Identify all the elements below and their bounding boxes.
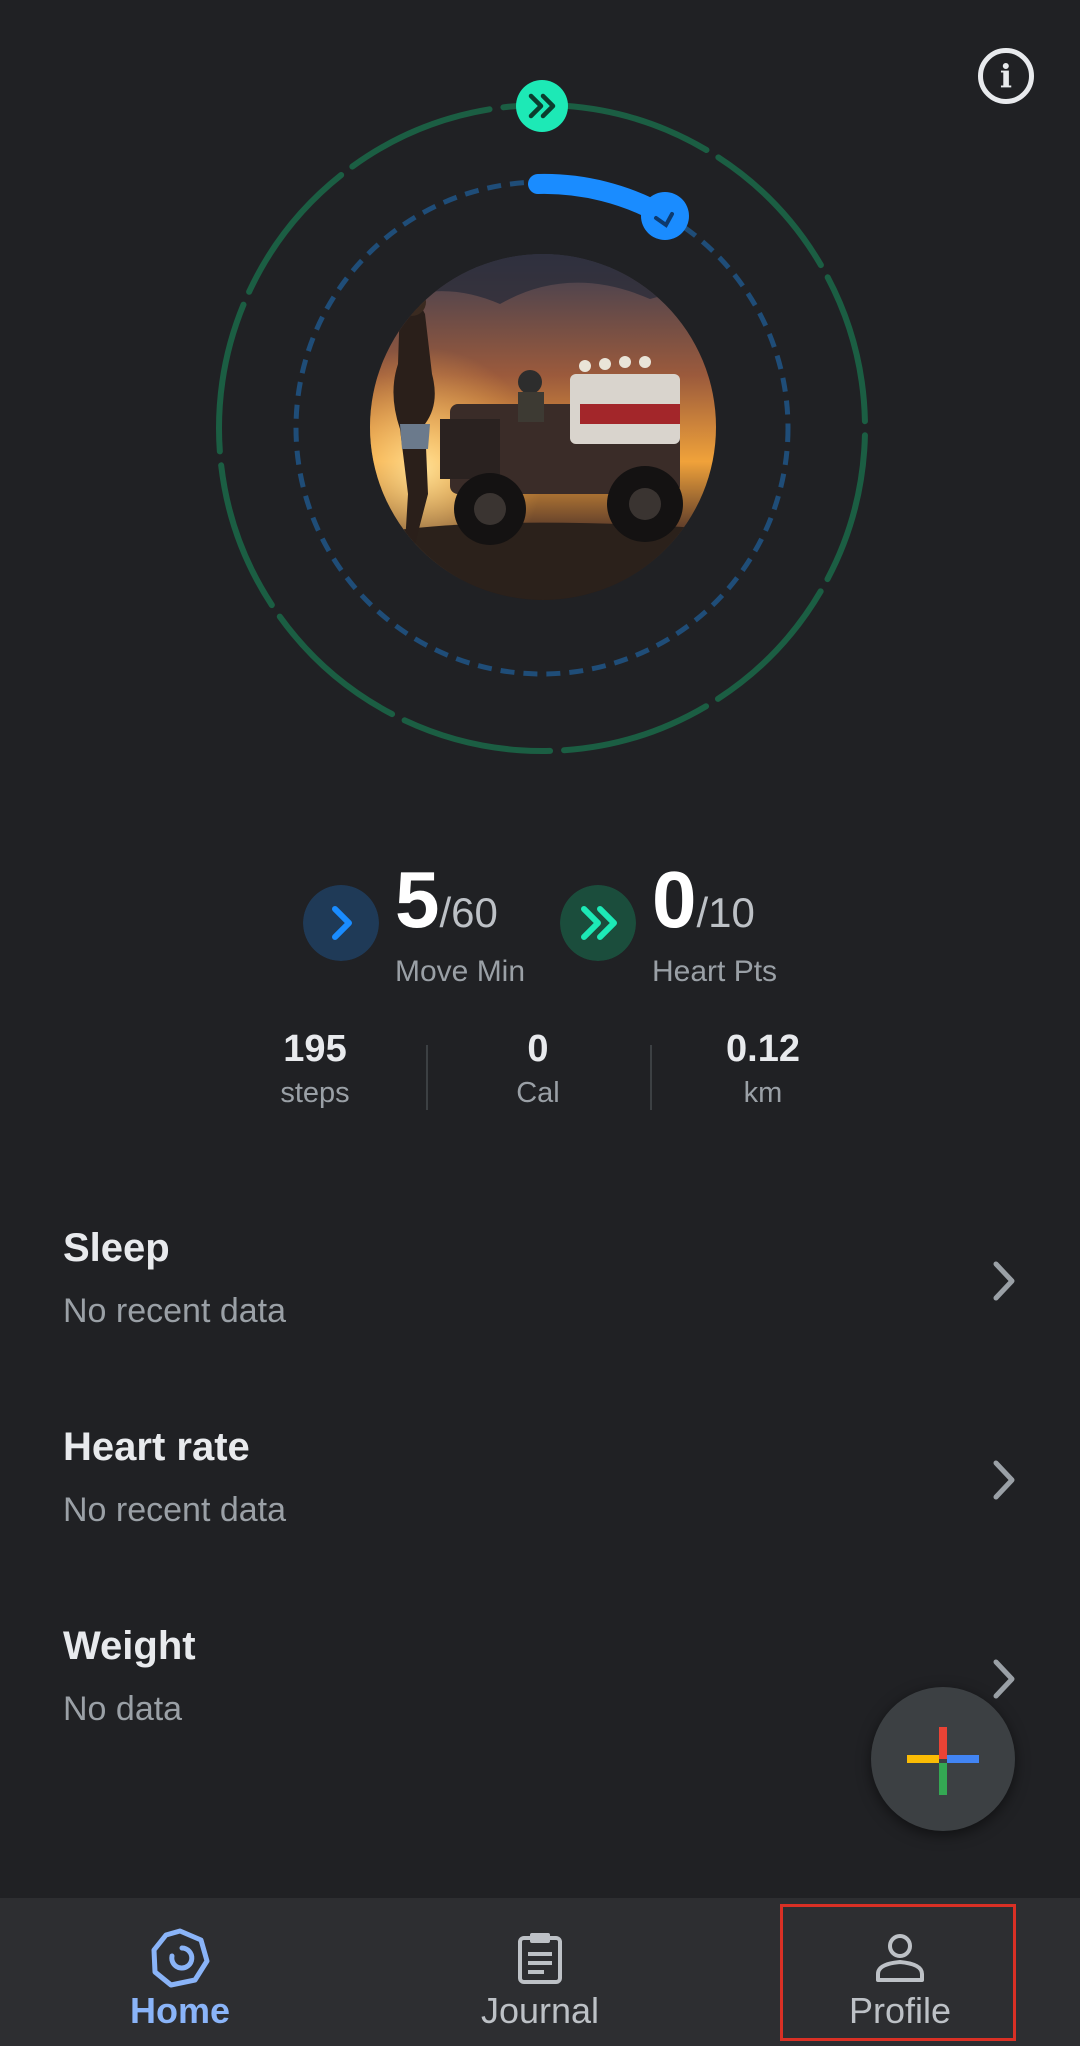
heart-pts-total: /10: [696, 889, 755, 936]
heart-pts-label: Heart Pts: [652, 955, 778, 988]
add-icon: [907, 1727, 979, 1795]
chevron-right-icon: [993, 1261, 1015, 1301]
steps-unit: steps: [280, 1077, 350, 1109]
heart-rate-card[interactable]: Heart rate No recent data: [0, 1425, 1080, 1605]
card-title: Sleep: [63, 1226, 170, 1270]
move-min-value-row: 5/60: [395, 855, 498, 958]
calories-unit: Cal: [516, 1077, 560, 1109]
distance-unit: km: [743, 1077, 783, 1109]
move-min-value: 5: [395, 855, 440, 944]
stat-divider: [426, 1045, 428, 1110]
distance-value: 0.12: [726, 1028, 800, 1070]
nav-home-label: Home: [129, 1990, 231, 2031]
add-button[interactable]: [871, 1687, 1015, 1831]
profile-photo[interactable]: [370, 254, 716, 600]
move-min-total: /60: [439, 889, 498, 936]
stat-divider: [650, 1045, 652, 1110]
steps-stat: 195 steps: [225, 1025, 405, 1113]
nav-profile-label: Profile: [848, 1990, 952, 2031]
move-min-label: Move Min: [395, 955, 526, 988]
move-min-goal[interactable]: 5/60 Move Min: [303, 855, 553, 995]
nav-journal[interactable]: Journal: [360, 1898, 720, 2046]
heart-pts-goal[interactable]: 0/10 Heart Pts: [560, 855, 810, 995]
profile-photo-image: [370, 254, 716, 600]
bottom-navigation: Home Journal Profile: [0, 1898, 1080, 2046]
profile-icon: [876, 1934, 924, 1982]
card-subtitle: No recent data: [63, 1491, 287, 1529]
calories-value: 0: [527, 1028, 549, 1070]
steps-value: 195: [283, 1028, 347, 1070]
card-title: Heart rate: [63, 1425, 250, 1469]
nav-journal-label: Journal: [480, 1990, 600, 2031]
distance-stat: 0.12 km: [673, 1025, 853, 1113]
nav-profile[interactable]: Profile: [720, 1898, 1080, 2046]
double-chevron-icon: [560, 885, 636, 961]
chevron-right-icon: [993, 1460, 1015, 1500]
calories-stat: 0 Cal: [448, 1025, 628, 1113]
heart-pts-value-row: 0/10: [652, 855, 755, 958]
nav-home[interactable]: Home: [0, 1898, 360, 2046]
journal-icon: [518, 1933, 562, 1984]
heart-pts-value: 0: [652, 855, 697, 944]
card-title: Weight: [63, 1624, 196, 1668]
sleep-card[interactable]: Sleep No recent data: [0, 1226, 1080, 1406]
chevron-icon: [303, 885, 379, 961]
card-subtitle: No data: [63, 1690, 183, 1728]
home-icon: [151, 1928, 210, 1988]
move-min-marker: [641, 192, 689, 240]
heart-pts-marker: [516, 80, 568, 132]
card-subtitle: No recent data: [63, 1292, 287, 1330]
